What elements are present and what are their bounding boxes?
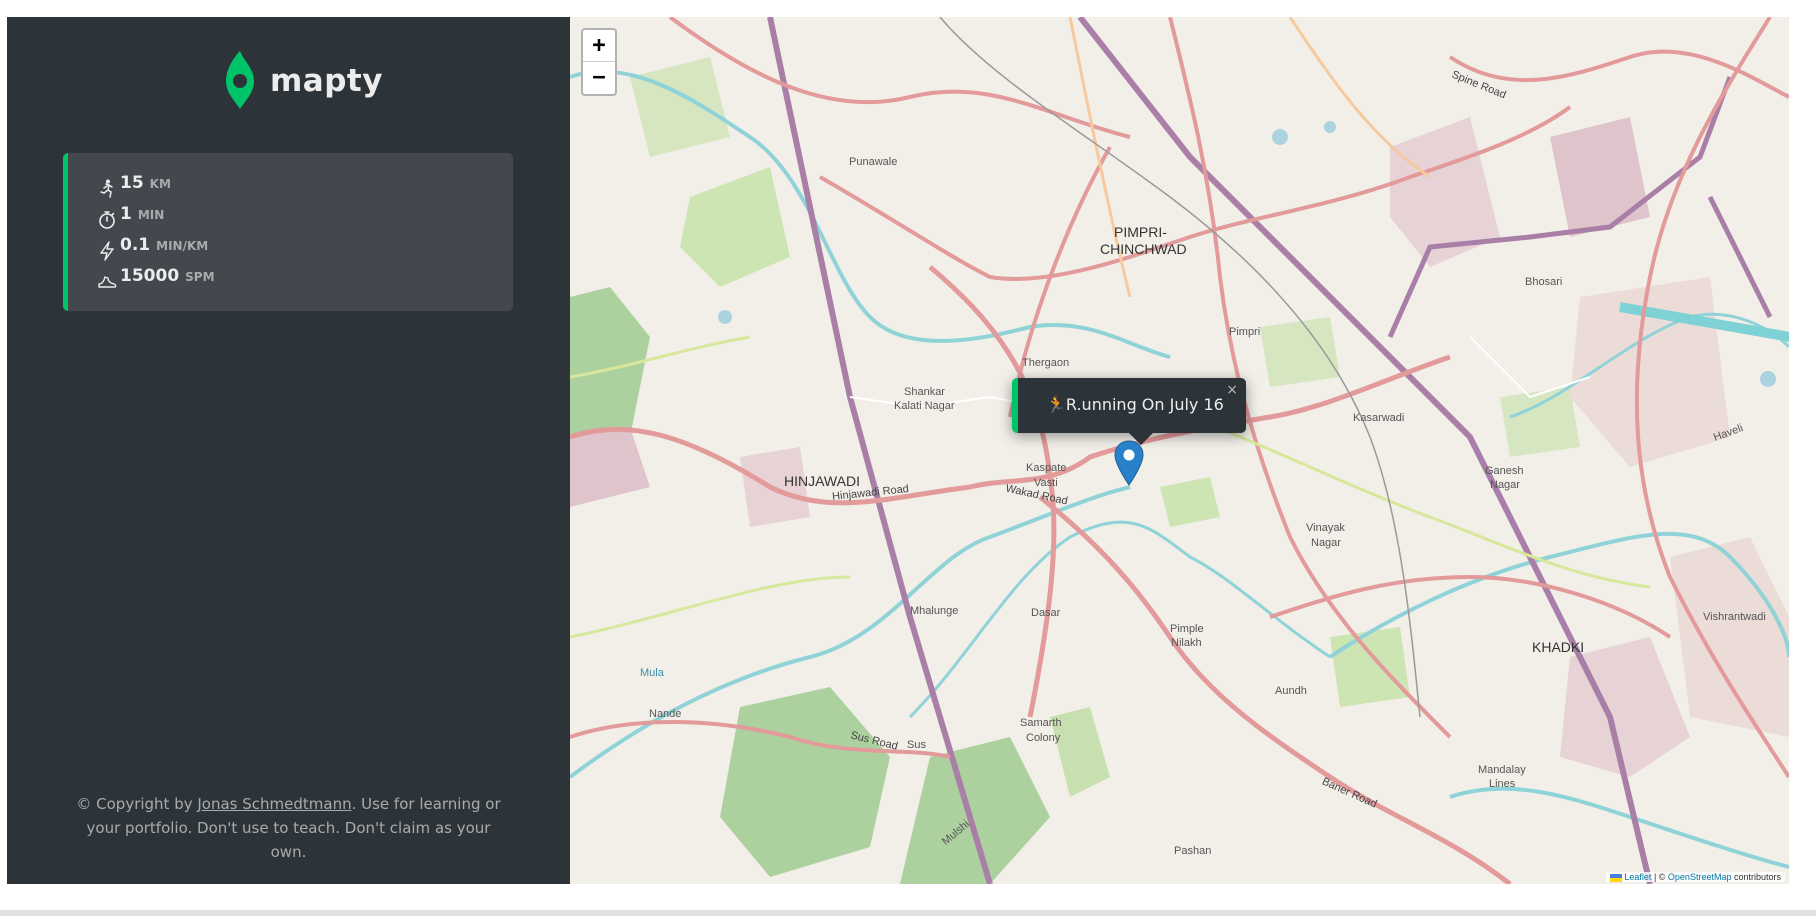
map-label-nilakh: Nilakh [1171, 637, 1202, 649]
distance-unit: km [149, 177, 171, 191]
map-label-ganesh-nagar: Nagar [1490, 479, 1520, 491]
map-label-shankar: Shankar [904, 386, 945, 398]
workout-distance: 15 km [97, 173, 513, 204]
map-label-vasti: Vasti [1034, 477, 1058, 489]
zoom-out-button[interactable]: − [583, 62, 615, 94]
pace-unit: min/km [156, 239, 209, 253]
popup-label: 🏃R.unning On July 16 [1046, 395, 1224, 414]
map-label-colony: Colony [1026, 732, 1061, 744]
workout-pace: 0.1 min/km [97, 235, 513, 266]
distance-value: 15 [120, 173, 144, 193]
cadence-value: 15000 [120, 266, 180, 286]
attribution-separator: | © [1651, 872, 1668, 882]
author-link[interactable]: Jonas Schmedtmann [197, 795, 351, 813]
map-label-kaspate: Kaspate [1026, 462, 1067, 474]
map-label-thergaon: Thergaon [1022, 357, 1070, 369]
copyright-text: © Copyright by Jonas Schmedtmann. Use fo… [67, 792, 510, 864]
zoom-control: + − [581, 28, 617, 96]
osm-link[interactable]: OpenStreetMap [1668, 872, 1732, 882]
popup-text: R.unning On July 16 [1065, 395, 1224, 414]
map-label-mandalay: Mandalay [1478, 764, 1526, 776]
attribution-tail: contributors [1731, 872, 1781, 882]
workout-cadence: 15000 spm [97, 266, 513, 297]
brand-name: mapty [270, 63, 383, 99]
map-label-pimpri: PIMPRI- [1114, 224, 1167, 240]
map-label-pimpri-small: Pimpri [1229, 326, 1261, 338]
duration-value: 1 [120, 204, 132, 224]
location-marker-icon[interactable] [1114, 440, 1144, 486]
app: mapty 15 km 1 min 0.1 [7, 17, 1789, 884]
sidebar: mapty 15 km 1 min 0.1 [7, 17, 570, 884]
map-label-mula: Mula [640, 667, 664, 679]
map-pin-logo-icon [226, 51, 254, 109]
pace-value: 0.1 [120, 235, 151, 255]
map-label-khadki: KHADKI [1532, 639, 1585, 655]
map-label-kasarwadi: Kasarwadi [1353, 412, 1405, 424]
zoom-in-button[interactable]: + [583, 30, 615, 62]
map-tiles [570, 17, 1789, 884]
map-label-ganesh: Ganesh [1485, 465, 1524, 477]
map-label-kalati: Kalati Nagar [894, 400, 955, 412]
map-label-vishrantwadi: Vishrantwadi [1703, 611, 1766, 623]
runner-emoji-icon: 🏃 [1046, 395, 1066, 414]
workout-card-running[interactable]: 15 km 1 min 0.1 min/km [63, 153, 513, 311]
logo: mapty [222, 51, 383, 111]
map-label-vinayak: Vinayak [1306, 522, 1345, 534]
map-label-mhalunge: Mhalunge [910, 605, 959, 617]
map-label-pimple: Pimple [1170, 623, 1204, 635]
ukraine-flag-icon [1610, 873, 1623, 882]
map-label-sus: Sus [907, 739, 926, 751]
map-label-punawale: Punawale [849, 156, 898, 168]
map-view[interactable]: PIMPRI- CHINCHWAD HINJAWADI KHADKI Punaw… [570, 17, 1789, 884]
map-label-pashan: Pashan [1174, 845, 1212, 857]
leaflet-link[interactable]: Leaflet [1624, 872, 1651, 882]
shoe-icon [97, 272, 117, 292]
map-label-lines: Lines [1489, 778, 1516, 790]
bottom-strip [0, 910, 1816, 916]
map-label-aundh: Aundh [1275, 685, 1307, 697]
duration-unit: min [137, 208, 165, 222]
map-label-vinayak-nagar: Nagar [1311, 537, 1341, 549]
popup-close-button[interactable]: × [1226, 382, 1238, 398]
cadence-unit: spm [185, 270, 215, 284]
map-attribution: Leaflet | © OpenStreetMap contributors [1606, 872, 1785, 882]
map-label-hinjawadi: HINJAWADI [784, 473, 860, 489]
runner-icon [97, 179, 117, 199]
workout-duration: 1 min [97, 204, 513, 235]
workout-popup[interactable]: 🏃R.unning On July 16 × [1012, 378, 1246, 445]
map-label-bhosari: Bhosari [1525, 276, 1563, 288]
map-label-chinchwad: CHINCHWAD [1100, 241, 1187, 257]
map-label-dasar: Dasar [1031, 607, 1061, 619]
lightning-icon [97, 240, 117, 261]
stopwatch-icon [97, 210, 117, 230]
copyright-prefix: © Copyright by [76, 795, 198, 813]
map-label-samarth: Samarth [1020, 717, 1062, 729]
map-label-nande: Nande [649, 708, 682, 720]
